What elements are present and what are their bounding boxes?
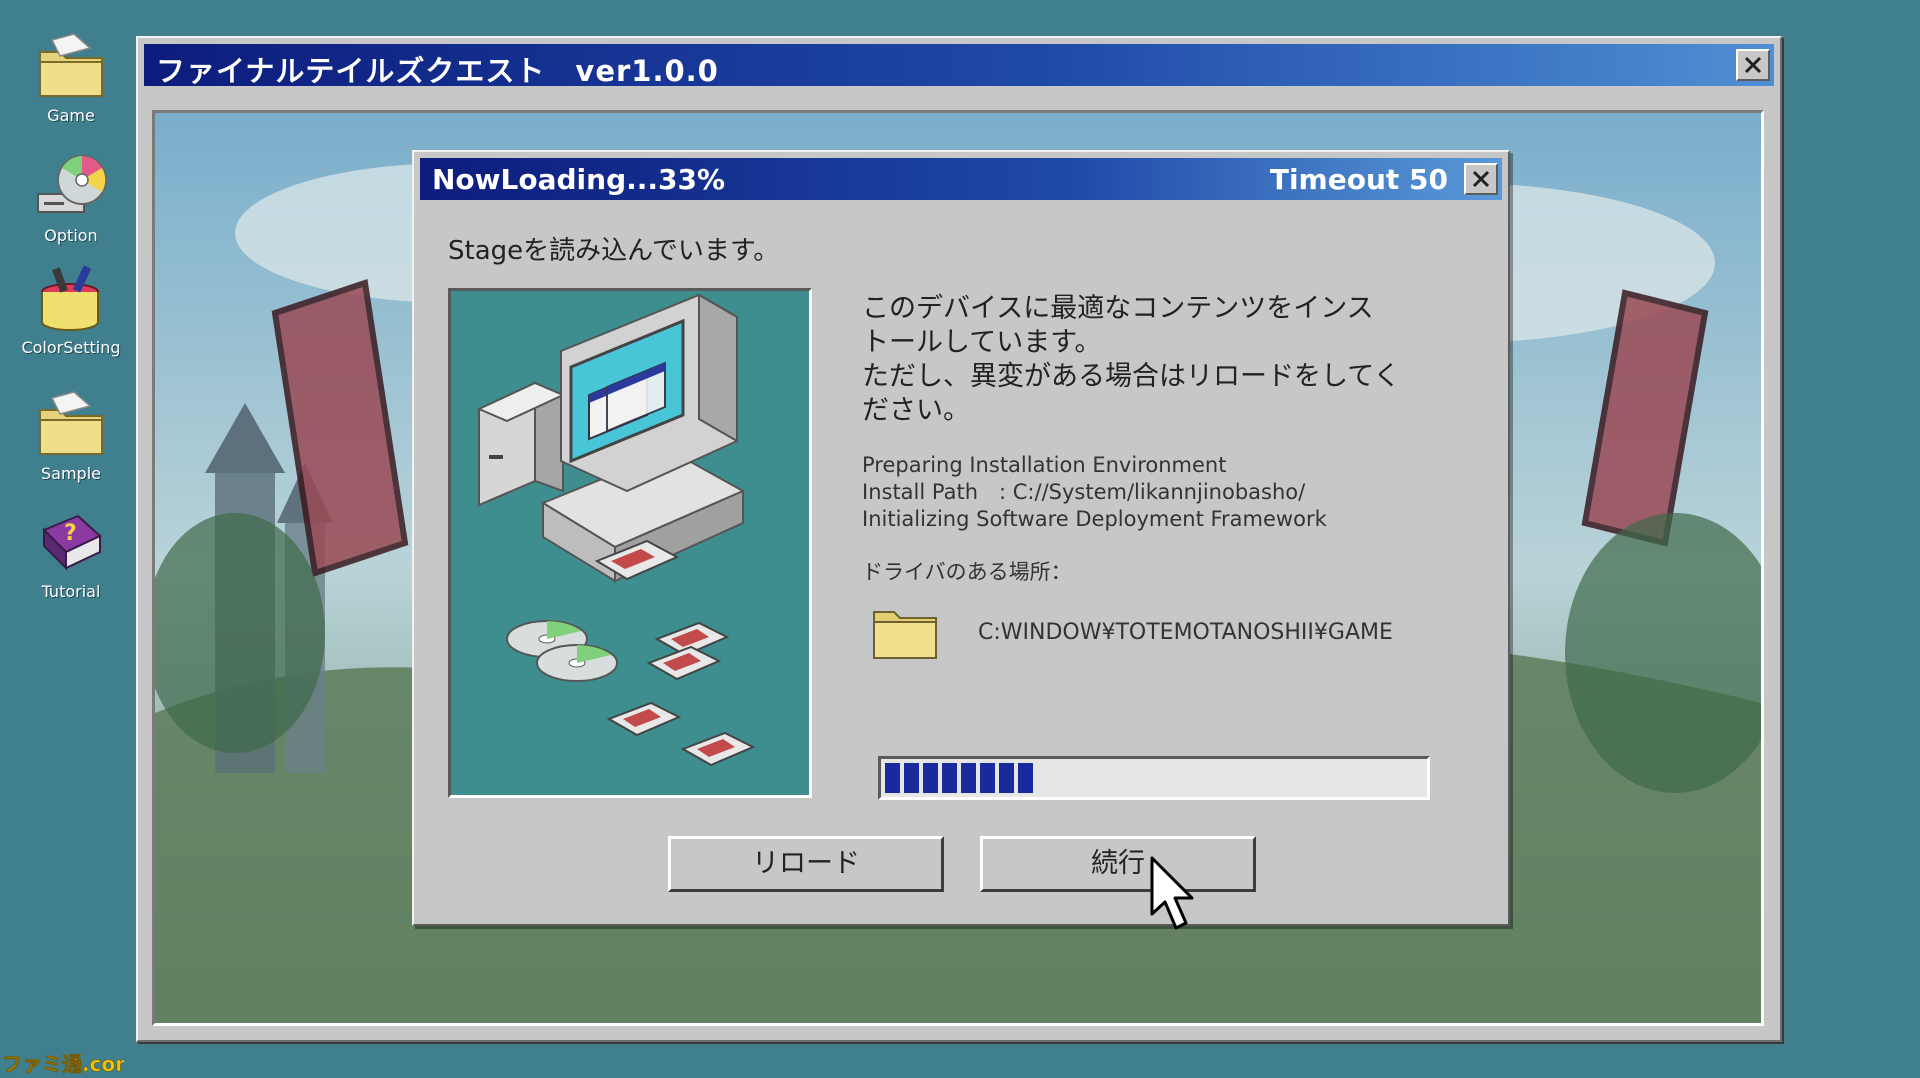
close-icon <box>1472 170 1490 188</box>
desktop-icon-label: Game <box>47 106 95 125</box>
folder-icon <box>34 388 108 462</box>
continue-button[interactable]: 続行 <box>980 836 1256 892</box>
desktop-icon-colorsetting[interactable]: ColorSetting <box>10 262 132 357</box>
install-message-jp: このデバイスに最適なコンテンツをインス トールしています。 ただし、異変がある場… <box>862 292 1462 428</box>
desktop-icon-game[interactable]: Game <box>10 30 132 125</box>
timeout-counter: Timeout 50 <box>1269 163 1448 196</box>
progress-block <box>999 763 1014 793</box>
computer-install-icon <box>476 293 756 767</box>
desktop-icon-label: ColorSetting <box>21 338 121 357</box>
message-line: トールしています。 <box>862 327 1102 358</box>
progress-block <box>1018 763 1033 793</box>
main-titlebar[interactable]: ファイナルテイルズクエスト ver1.0.0 <box>144 44 1774 88</box>
progress-block <box>904 763 919 793</box>
status-line: Install Path : C://System/likannjinobash… <box>862 480 1306 504</box>
famitsu-watermark: ファミ通.com <box>0 1050 137 1078</box>
loading-subtitle: Stageを読み込んでいます。 <box>448 236 780 266</box>
status-line: Preparing Installation Environment <box>862 453 1227 477</box>
computer-illustration <box>448 288 812 798</box>
progress-block <box>942 763 957 793</box>
install-status-log: Preparing Installation Environment Insta… <box>862 452 1327 533</box>
message-line: このデバイスに最適なコンテンツをインス <box>862 293 1374 324</box>
watermark-text: ファミ通.com <box>2 1052 124 1076</box>
desktop-icon-sample[interactable]: Sample <box>10 388 132 483</box>
message-line: ださい。 <box>862 395 970 426</box>
driver-location-label: ドライバのある場所： <box>862 560 1072 584</box>
mouse-cursor-icon <box>1150 856 1194 930</box>
cd-drive-icon <box>34 150 108 224</box>
desktop-icon-tutorial[interactable]: ? Tutorial <box>10 506 132 601</box>
help-book-icon: ? <box>34 506 108 580</box>
progress-block <box>961 763 976 793</box>
loading-dialog: NowLoading...33% Timeout 50 Stageを読み込んでい… <box>412 150 1510 926</box>
close-icon <box>1744 56 1762 74</box>
desktop-icon-label: Sample <box>41 464 101 483</box>
desktop-icon-label: Tutorial <box>41 582 101 601</box>
driver-location[interactable]: C:WINDOW¥TOTEMOTANOSHII¥GAME <box>870 600 1430 666</box>
paint-bucket-icon <box>34 262 108 336</box>
desktop-icon-option[interactable]: Option <box>10 150 132 245</box>
desktop-icon-label: Option <box>44 226 98 245</box>
dialog-title: NowLoading...33% <box>432 163 726 196</box>
main-close-button[interactable] <box>1736 49 1770 81</box>
svg-text:?: ? <box>64 521 77 546</box>
progress-block <box>923 763 938 793</box>
status-line: Initializing Software Deployment Framewo… <box>862 507 1327 531</box>
progress-block <box>885 763 900 793</box>
dialog-close-button[interactable] <box>1464 163 1498 195</box>
dialog-titlebar[interactable]: NowLoading...33% Timeout 50 <box>420 158 1502 200</box>
driver-path: C:WINDOW¥TOTEMOTANOSHII¥GAME <box>978 620 1393 645</box>
main-window-title: ファイナルテイルズクエスト ver1.0.0 <box>156 54 719 88</box>
folder-icon <box>873 611 937 659</box>
reload-button[interactable]: リロード <box>668 836 944 892</box>
progress-bar <box>878 756 1430 800</box>
progress-fill <box>885 763 1033 793</box>
message-line: ただし、異変がある場合はリロードをしてく <box>862 361 1401 392</box>
folder-icon <box>34 30 108 104</box>
progress-block <box>980 763 995 793</box>
